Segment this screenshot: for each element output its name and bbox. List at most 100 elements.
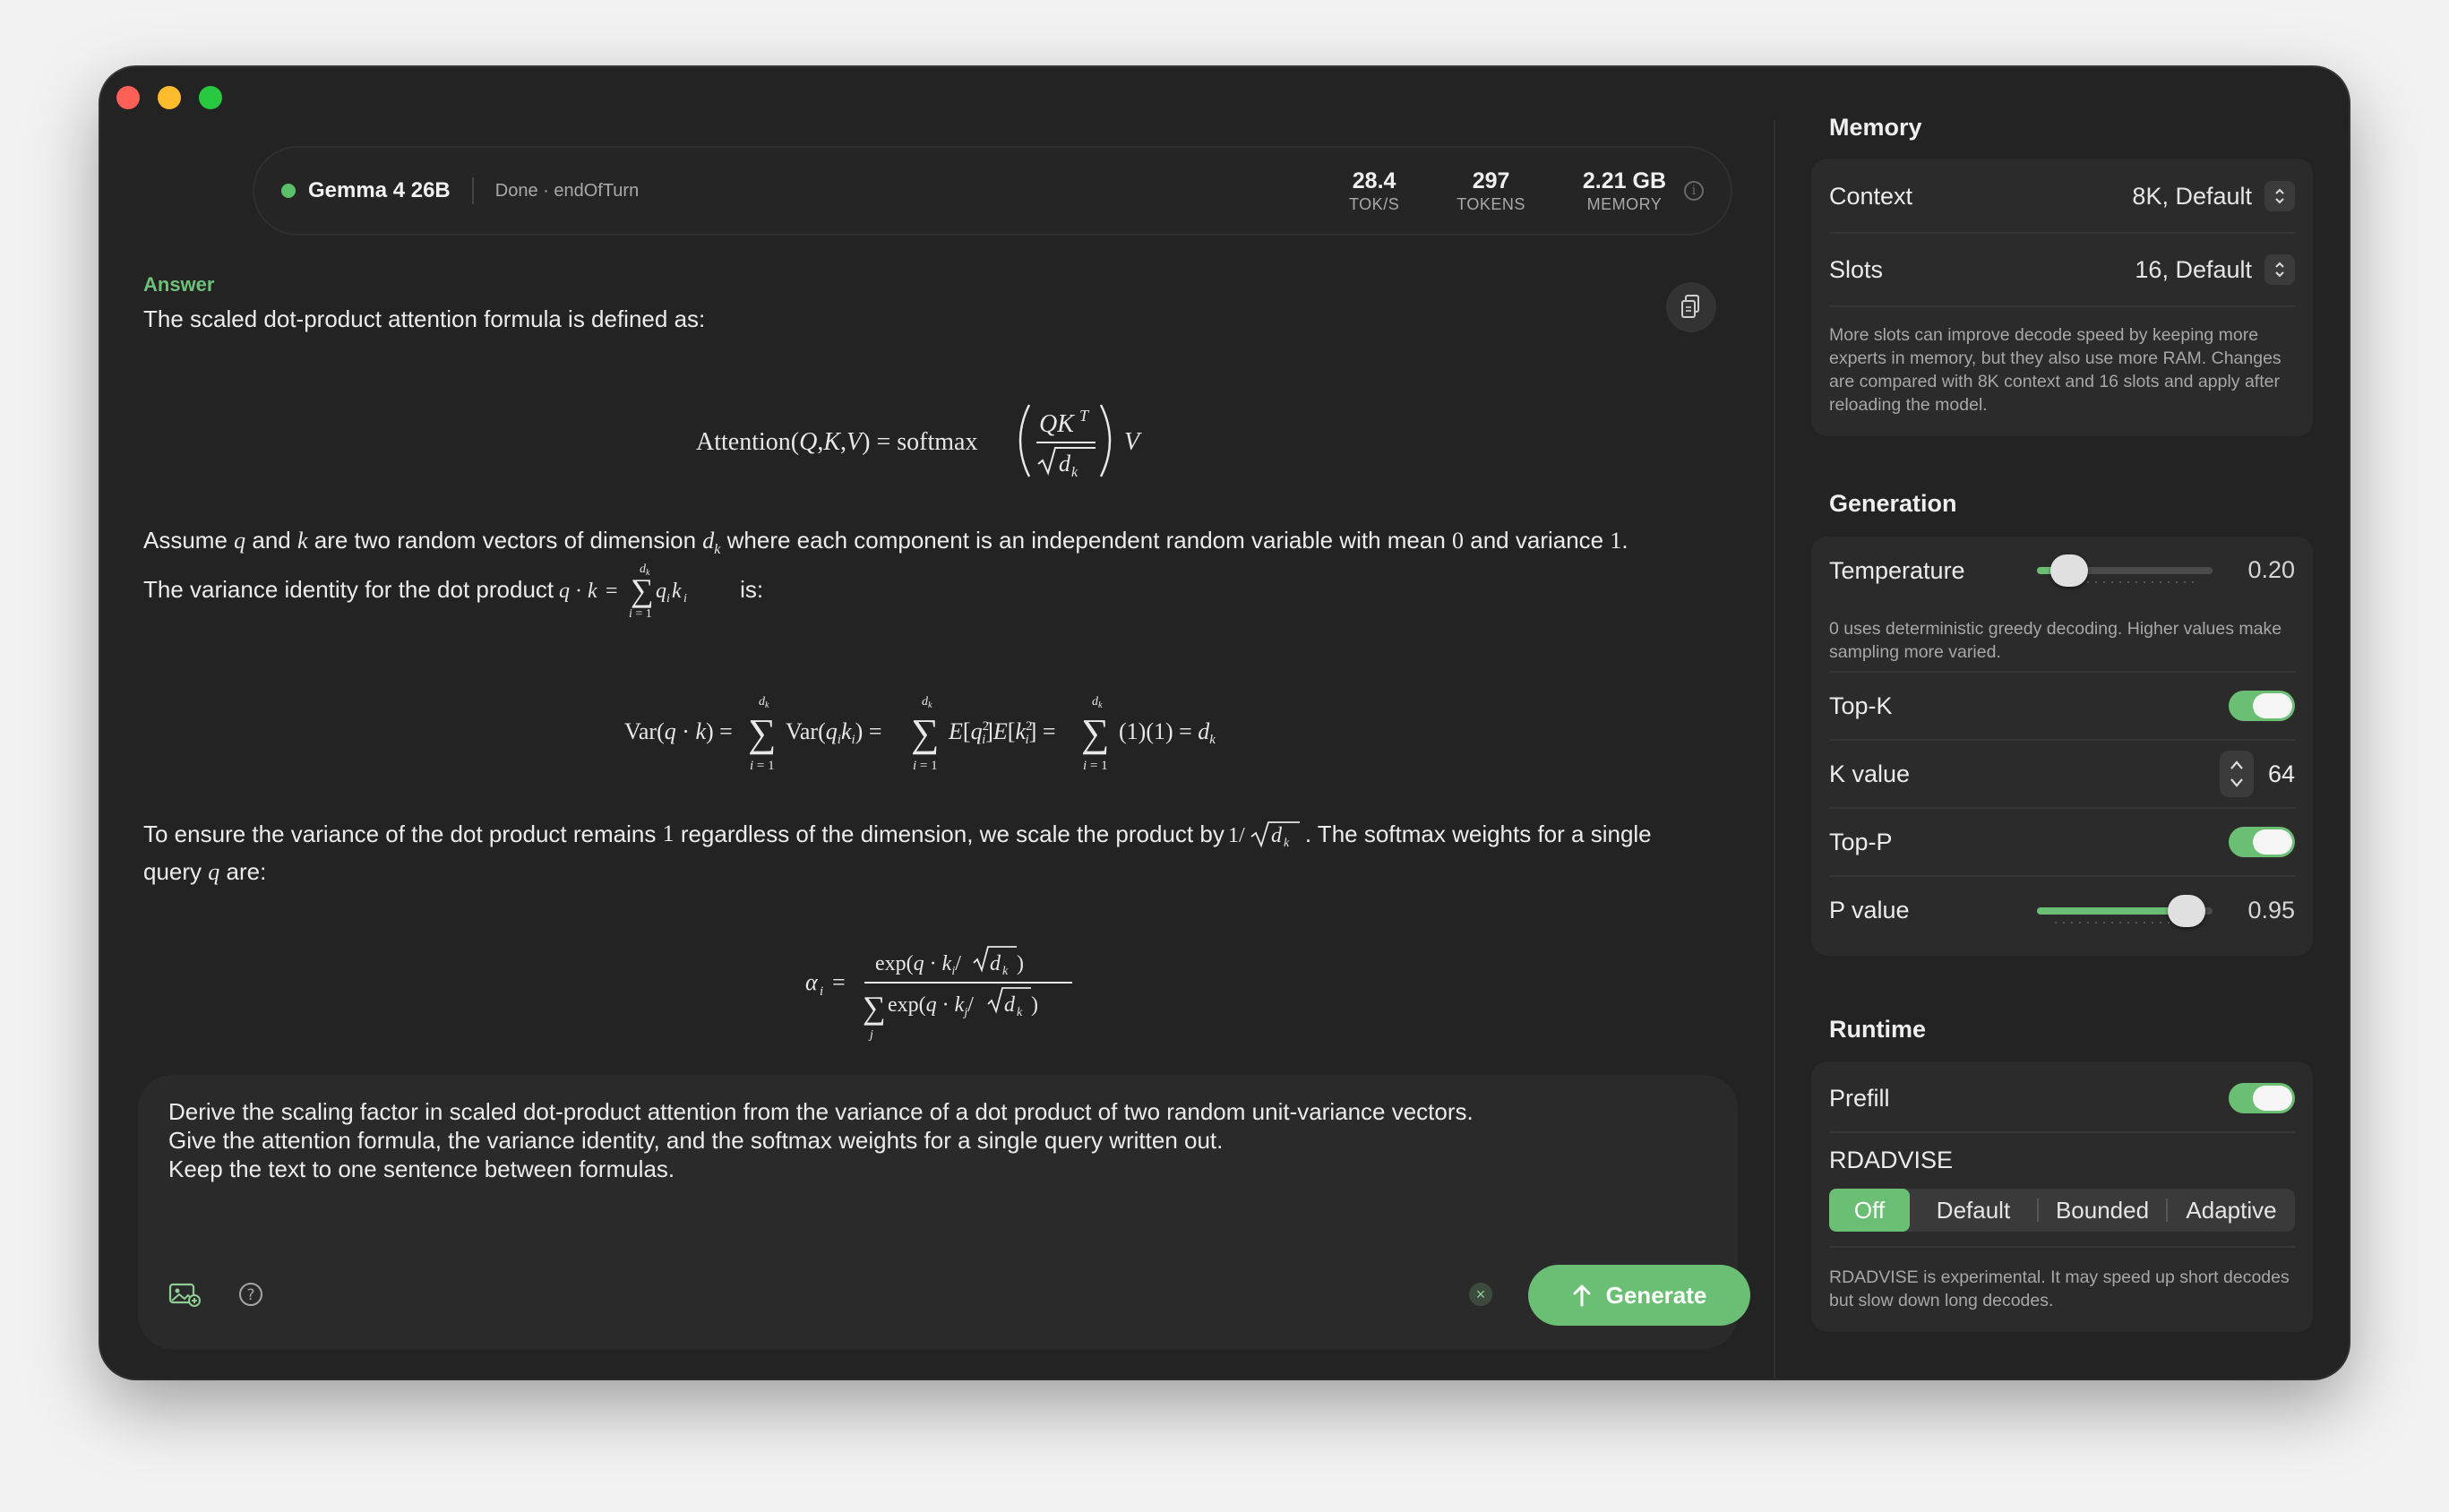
inverse-sqrt-dk-math: 1/ d k xyxy=(1228,821,1300,850)
topk-label: Top-K xyxy=(1829,692,1893,719)
svg-text:d: d xyxy=(1271,824,1283,847)
prompt-input[interactable]: Derive the scaling factor in scaled dot-… xyxy=(168,1097,1474,1183)
panel-divider xyxy=(1774,121,1775,1379)
pvalue-value: 0.95 xyxy=(2247,897,2295,924)
topk-row: Top-K xyxy=(1829,678,2295,734)
svg-text:V: V xyxy=(1124,428,1142,456)
chevron-updown-icon xyxy=(2230,760,2243,787)
rdadvise-row: RDADVISE xyxy=(1829,1142,2295,1178)
svg-text:Var(q · k) =: Var(q · k) = xyxy=(624,718,733,744)
text-span: To ensure the variance of the dot produc… xyxy=(143,820,657,847)
svg-text:k: k xyxy=(1002,965,1009,978)
pvalue-slider[interactable] xyxy=(2037,895,2213,927)
generate-button[interactable]: Generate xyxy=(1528,1265,1750,1326)
answer-label: Answer xyxy=(143,273,215,296)
row-divider xyxy=(1829,875,2295,877)
kvalue-stepper[interactable] xyxy=(2219,751,2254,797)
generation-card: Temperature 0.20 0 uses deterministic gr… xyxy=(1811,537,2313,956)
variance-equation: Var(q · k) = ∑ dk i = 1 Var(qiki) = ∑ dk… xyxy=(100,683,1793,782)
svg-text:α: α xyxy=(805,969,819,995)
topk-toggle[interactable] xyxy=(2229,691,2295,721)
kvalue-label: K value xyxy=(1829,760,1911,787)
memory-note: More slots can improve decode speed by k… xyxy=(1829,325,2281,415)
chevron-updown-icon xyxy=(2275,262,2284,278)
kvalue-row: K value 64 xyxy=(1829,746,2295,802)
svg-text:∑: ∑ xyxy=(748,711,776,755)
rdadvise-option-default[interactable]: Default xyxy=(1910,1189,2037,1232)
svg-text:∑: ∑ xyxy=(911,711,939,755)
header-divider xyxy=(471,177,474,204)
variance-intro-paragraph: The variance identity for the dot produc… xyxy=(143,558,1747,621)
text-span: . xyxy=(1621,527,1628,554)
svg-text:=: = xyxy=(832,969,846,995)
row-divider xyxy=(1829,1131,2295,1133)
text-span: are two random vectors of dimension xyxy=(307,527,703,554)
add-image-icon xyxy=(168,1283,201,1307)
svg-text:∑: ∑ xyxy=(1081,711,1109,755)
math-one: 1 xyxy=(662,820,675,846)
svg-text:exp(q · kj/: exp(q · kj/ xyxy=(888,993,974,1019)
svg-text:=: = xyxy=(606,580,618,603)
arrow-up-icon xyxy=(1573,1284,1591,1307)
temperature-slider[interactable] xyxy=(2037,554,2213,587)
text-span: . The softmax weights for a single xyxy=(1304,820,1652,847)
generate-label: Generate xyxy=(1605,1281,1707,1309)
topp-toggle[interactable] xyxy=(2229,827,2295,857)
minimize-window-button[interactable] xyxy=(158,86,181,109)
help-button[interactable]: ? xyxy=(238,1282,263,1307)
stat-label: TOKENS xyxy=(1457,195,1525,213)
attach-image-button[interactable] xyxy=(168,1281,201,1308)
svg-text:i = 1: i = 1 xyxy=(750,759,775,773)
rdadvise-option-off[interactable]: Off xyxy=(1829,1189,1910,1232)
text-span: and variance xyxy=(1464,527,1611,554)
svg-text:d: d xyxy=(990,952,1001,975)
slider-knob[interactable] xyxy=(2050,554,2088,587)
svg-text:Var(qiki) =: Var(qiki) = xyxy=(786,718,881,747)
text-span: are: xyxy=(219,858,267,885)
stat-value: 297 xyxy=(1472,168,1510,193)
prefill-toggle[interactable] xyxy=(2229,1083,2295,1113)
scaling-paragraph: To ensure the variance of the dot produc… xyxy=(143,815,1747,891)
status-header: Gemma 4 26B Done · endOfTurn 28.4 TOK/S … xyxy=(253,146,1732,236)
app-window: Gemma 4 26B Done · endOfTurn 28.4 TOK/S … xyxy=(100,67,2349,1379)
temperature-note: 0 uses deterministic greedy decoding. Hi… xyxy=(1829,619,2282,662)
generation-status: Done · endOfTurn xyxy=(494,180,640,201)
close-window-button[interactable] xyxy=(116,86,140,109)
temperature-label: Temperature xyxy=(1829,556,1965,584)
status-dot-icon xyxy=(281,184,296,198)
svg-text:j: j xyxy=(868,1028,873,1042)
svg-text:i = 1: i = 1 xyxy=(913,759,938,773)
svg-text:k: k xyxy=(1071,465,1078,480)
softmax-weights-equation: α i = exp(q · ki/ d k ) ∑ j exp(q · kj/ … xyxy=(100,934,1793,1042)
slots-stepper[interactable] xyxy=(2264,254,2295,285)
text-span: Assume xyxy=(143,527,235,554)
rdadvise-option-adaptive[interactable]: Adaptive xyxy=(2168,1189,2295,1232)
prefill-label: Prefill xyxy=(1829,1084,1890,1112)
info-icon[interactable]: i xyxy=(1684,181,1704,201)
runtime-card: Prefill RDADVISE Off Default Bounded Ada… xyxy=(1811,1061,2313,1332)
math-q: q xyxy=(208,859,220,885)
svg-text:dk: dk xyxy=(922,695,932,710)
memory-card: Context 8K, Default Slots 16, Default Mo… xyxy=(1811,159,2313,436)
runtime-section-title: Runtime xyxy=(1829,1016,1926,1043)
answer-intro: The scaled dot-product attention formula… xyxy=(143,305,706,332)
zoom-window-button[interactable] xyxy=(199,86,222,109)
rdadvise-option-bounded[interactable]: Bounded xyxy=(2039,1189,2166,1232)
row-divider xyxy=(1829,232,2295,234)
stat-label: MEMORY xyxy=(1586,195,1663,213)
slider-knob[interactable] xyxy=(2168,895,2205,927)
context-stepper[interactable] xyxy=(2264,181,2295,211)
svg-text:i: i xyxy=(820,984,823,999)
row-divider xyxy=(1829,671,2295,673)
slider-fill xyxy=(2037,907,2187,915)
model-name[interactable]: Gemma 4 26B xyxy=(308,178,451,203)
svg-text:q: q xyxy=(559,580,570,603)
context-label: Context xyxy=(1829,182,1913,210)
dot-product-sum-math: q · k = ∑ dk i = 1 q i k i xyxy=(559,563,687,621)
svg-text:k: k xyxy=(1284,837,1290,850)
clear-button[interactable]: × xyxy=(1469,1283,1492,1306)
context-value: 8K, Default xyxy=(2132,182,2252,210)
stat-value: 2.21 GB xyxy=(1582,168,1666,193)
rdadvise-note: RDADVISE is experimental. It may speed u… xyxy=(1829,1267,2290,1310)
rdadvise-segmented-control: Off Default Bounded Adaptive xyxy=(1829,1189,2295,1232)
